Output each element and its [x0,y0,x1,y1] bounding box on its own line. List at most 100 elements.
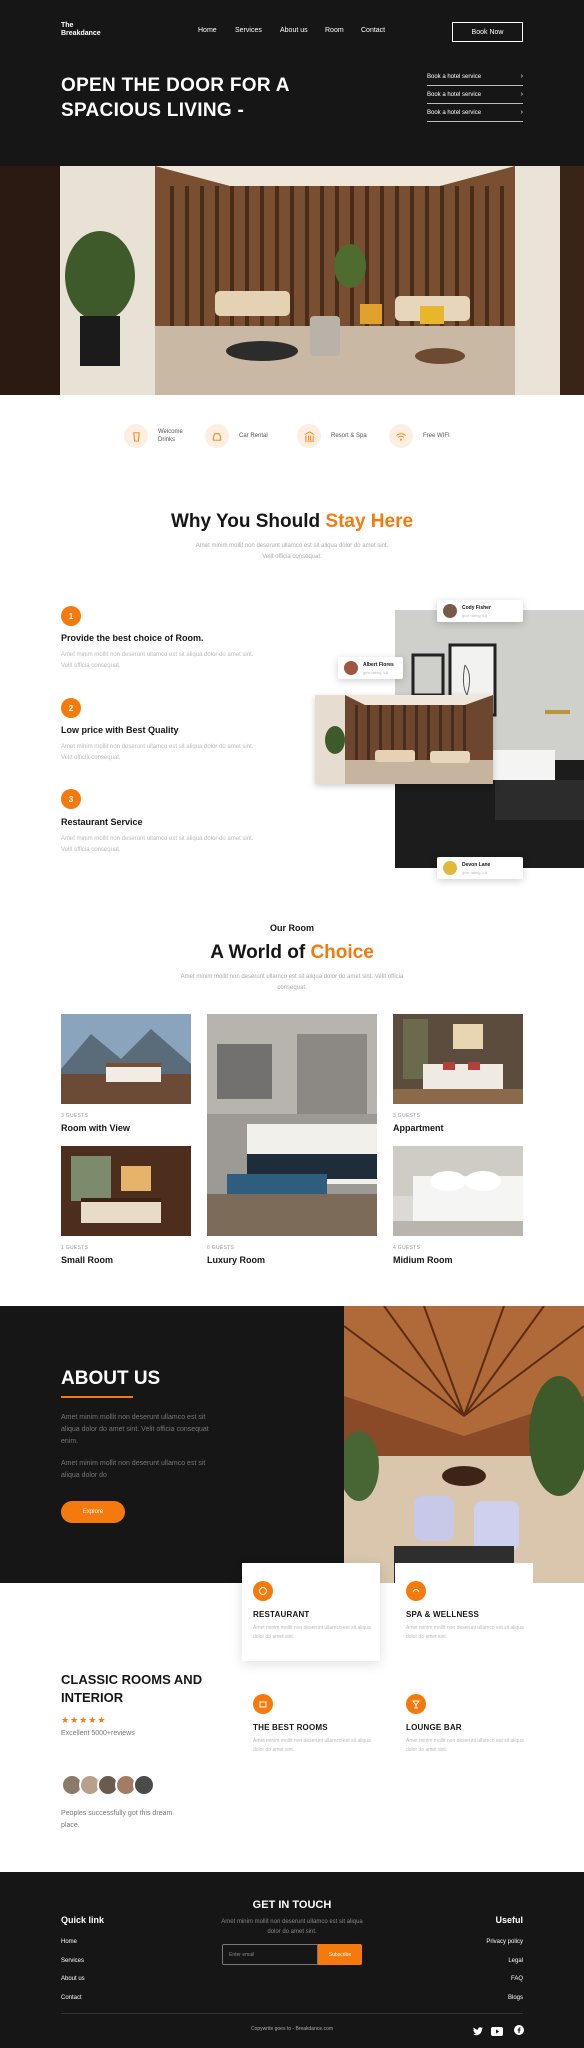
bar-icon [406,1694,426,1714]
reviewer-rating: give rating 4.8 [462,612,488,618]
amenity-label: Free WIFI [423,433,450,439]
contact-title: GET IN TOUCH [252,1899,332,1911]
feature-number: 2 [61,698,81,718]
amenity-label: Welcome Drinks [158,429,183,443]
room-name[interactable]: Midium Room [393,1255,453,1265]
amenity-label: Resort & Spa [331,433,367,439]
star-icon: ★ [70,1715,80,1725]
rooms-eyebrow: Our Room [270,923,314,933]
footer-link-legal[interactable]: Legal [0,1958,523,1964]
rooms-title-pre: A World of [210,942,311,963]
reviewer-name: Albert Flores [363,661,394,668]
room-guests: 3 GUESTS [393,1113,421,1119]
about-underline [61,1396,133,1398]
service-title: SPA & WELLNESS [406,1610,480,1619]
hero-header: The Breakdance Home Services About us Ro… [0,0,584,166]
spa-icon [406,1581,426,1601]
restaurant-photo [344,1306,584,1583]
useful-links-title: Useful [495,1915,523,1925]
car-icon [205,424,229,448]
review-card: Cody Fisher give rating 4.8 [437,600,523,622]
avatar [344,661,358,675]
why-title: Why You Should Stay Here [0,511,584,533]
lounge-photo [315,695,493,784]
amenity-car-rental: Car Rental [205,424,279,448]
service-desc: Amet minim mollit non deserunt ullamco e… [253,1625,371,1640]
about-title: ABOUT US [61,1368,161,1389]
room-photo[interactable] [207,1014,377,1236]
reviews-count: Excellent 5000+reviews [61,1730,135,1737]
amenity-label: Car Rental [239,433,268,439]
book-now-button[interactable]: Book Now [452,22,523,42]
chevron-right-icon: › [520,91,523,98]
logo-text: The Breakdance [61,22,101,37]
room-name[interactable]: Appartment [393,1123,444,1133]
youtube-icon[interactable] [491,2023,503,2041]
room-guests: 4 GUESTS [393,1245,421,1251]
room-photo[interactable] [61,1014,191,1104]
footer-link-privacy[interactable]: Privacy policy [0,1939,523,1945]
explore-button[interactable]: Explore [61,1501,125,1523]
hero-title: OPEN THE DOOR FOR A SPACIOUS LIVING - [61,75,290,121]
nav-services[interactable]: Services [235,27,262,34]
avatar [443,604,457,618]
service-link-3[interactable]: Book a hotel service › [427,109,523,122]
about-paragraph: Amet minim mollit non deserunt ullamco e… [61,1460,206,1479]
review-card: Albert Flores give rating 4.8 [338,657,403,679]
reviewer-rating: give rating 4.8 [462,869,488,875]
service-link-2[interactable]: Book a hotel service › [427,91,523,104]
twitter-icon[interactable] [473,2023,483,2041]
service-title: THE BEST ROOMS [253,1723,328,1732]
service-desc: Amet minim mollit non deserunt ullamco e… [406,1625,524,1640]
nav-about[interactable]: About us [280,27,308,34]
why-title-pre: Why You Should [170,511,326,532]
feature-number: 1 [61,606,81,626]
service-title: LOUNGE BAR [406,1723,462,1732]
room-photo[interactable] [61,1146,191,1236]
room-photo[interactable] [393,1014,523,1104]
rooms-title-accent: Choice [310,942,374,963]
service-link-1[interactable]: Book a hotel service › [427,73,523,86]
why-subtitle: Amet minim mollit non deserunt ullamco e… [195,543,389,560]
avatar-group [61,1774,161,1796]
service-link-label: Book a hotel service [427,74,482,80]
drink-icon [124,424,148,448]
service-link-label: Book a hotel service [427,110,482,116]
feature-desc: Amet minim mollit non deserunt ullamco e… [61,836,254,853]
room-guests: 1 GUESTS [61,1245,89,1251]
feature-title: Restaurant Service [61,817,143,827]
rooms-subtitle: Amet minim mollit non deserunt ullamco e… [180,974,404,991]
about-paragraph: Amet minim mollit non deserunt ullamco e… [61,1414,209,1445]
review-card: Devon Lane give rating 4.8 [437,857,523,879]
reviewer-name: Devon Lane [462,861,491,868]
service-desc: Amet minim mollit non deserunt ullamco e… [406,1738,524,1753]
room-photo[interactable] [393,1146,523,1236]
footer-divider [61,2013,523,2014]
room-name[interactable]: Small Room [61,1255,113,1265]
amenity-welcome-drinks: Welcome Drinks [124,424,198,448]
footer-link-blogs[interactable]: Blogs [0,1995,523,2001]
nav-home[interactable]: Home [198,27,217,34]
service-desc: Amet minim mollit non deserunt ullamco e… [253,1738,371,1753]
feature-desc: Amet minim mollit non deserunt ullamco e… [61,652,254,669]
footer: Quick link Home Services About us Contac… [0,1872,584,2048]
reviewer-rating: give rating 4.8 [363,669,389,675]
avatar [133,1774,155,1796]
logo[interactable]: The Breakdance [61,22,105,38]
feature-title: Provide the best choice of Room. [61,633,204,643]
footer-link-faq[interactable]: FAQ [0,1976,523,1982]
room-name[interactable]: Room with View [61,1123,130,1133]
room-guests: 3 GUESTS [61,1113,89,1119]
star-icon: ★ [97,1715,107,1725]
nav-room[interactable]: Room [325,27,344,34]
why-title-accent: Stay Here [325,511,414,532]
restaurant-icon [253,1581,273,1601]
room-name[interactable]: Luxury Room [207,1255,265,1265]
star-rating: ★★★★★ [61,1715,106,1726]
facebook-icon[interactable] [514,2022,524,2040]
service-title: RESTAURANT [253,1610,310,1619]
nav-contact[interactable]: Contact [361,27,385,34]
resort-icon [297,424,321,448]
chevron-right-icon: › [520,109,523,116]
chevron-right-icon: › [520,73,523,80]
